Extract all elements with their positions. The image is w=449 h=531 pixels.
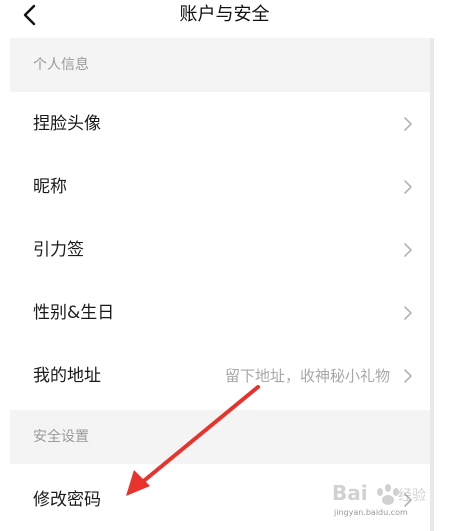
chevron-right-icon [404,180,412,194]
account-security-page: 账户与安全 个人信息 捏脸头像 昵称 引力签 性别&生日 我的地址 留下地址，收… [0,0,449,531]
row-label: 昵称 [33,177,67,197]
watermark-url: jingyan.baidu.com [334,508,408,517]
section-title: 安全设置 [33,429,89,445]
scrollbar[interactable] [430,38,434,531]
section-header-security-settings: 安全设置 [10,410,432,464]
svg-text:Bai: Bai [332,481,368,505]
row-label: 引力签 [33,240,84,260]
section-header-personal-info: 个人信息 [10,38,432,92]
row-address[interactable]: 我的地址 留下地址，收神秘小礼物 [10,344,432,407]
row-gender-birthday[interactable]: 性别&生日 [10,281,432,344]
chevron-right-icon [404,117,412,131]
row-avatar[interactable]: 捏脸头像 [10,92,432,155]
row-label: 我的地址 [33,366,101,386]
row-hint: 留下地址，收神秘小礼物 [224,367,390,385]
chevron-right-icon [404,369,412,383]
section-title: 个人信息 [33,57,89,73]
chevron-right-icon [404,243,412,257]
page-title: 账户与安全 [179,4,270,25]
chevron-right-icon [404,306,412,320]
row-signature[interactable]: 引力签 [10,218,432,281]
row-nickname[interactable]: 昵称 [10,155,432,218]
nav-header: 账户与安全 [0,0,449,36]
row-label: 修改密码 [33,490,101,510]
settings-list: 个人信息 捏脸头像 昵称 引力签 性别&生日 我的地址 留下地址，收神秘小礼物 … [10,38,432,531]
svg-text:经验: 经验 [398,488,426,504]
row-label: 性别&生日 [33,303,115,323]
row-label: 捏脸头像 [33,114,101,134]
